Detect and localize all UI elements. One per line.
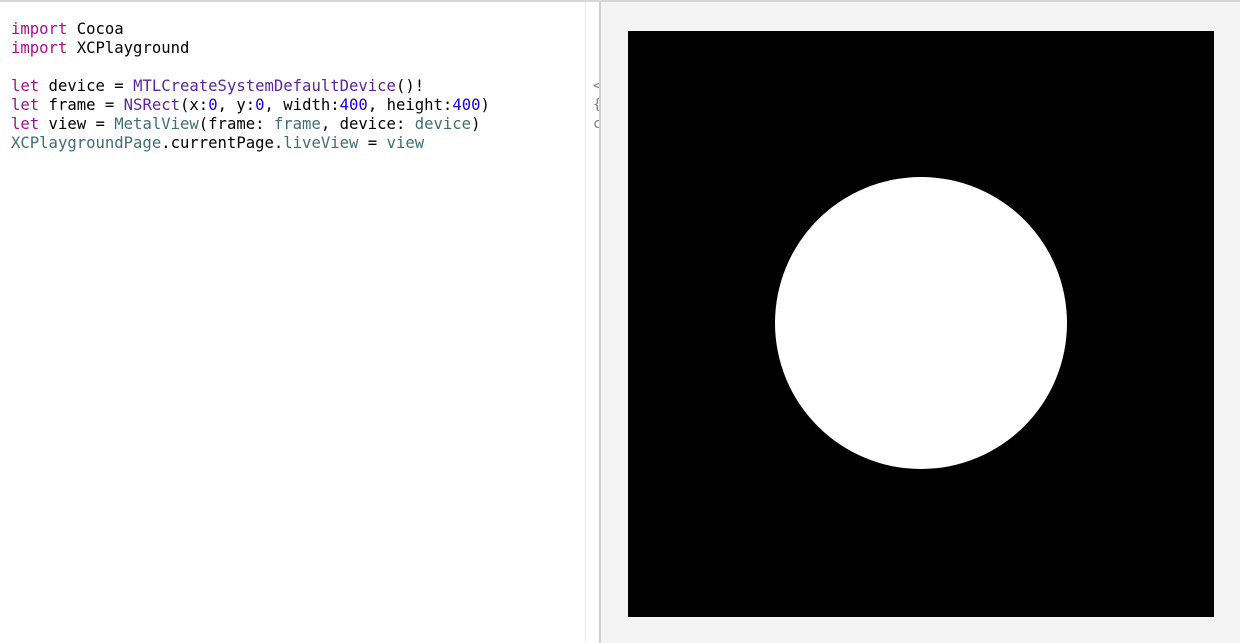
code-token: MetalView xyxy=(114,115,199,133)
code-token: 0 xyxy=(208,96,218,114)
code-token: 0 xyxy=(255,96,265,114)
code-token: let xyxy=(11,115,40,133)
code-token: let xyxy=(11,77,40,95)
code-line[interactable]: let view = MetalView(frame: frame, devic… xyxy=(11,115,490,134)
code-token: device = xyxy=(39,77,134,95)
code-line[interactable]: let frame = NSRect(x:0, y:0, width:400, … xyxy=(11,96,490,115)
code-token: import xyxy=(11,39,68,57)
code-token: MTLCreateSystemDefaultDevice xyxy=(133,77,396,95)
code-token: view = xyxy=(39,115,115,133)
code-token: = xyxy=(358,134,387,152)
code-token: , y: xyxy=(217,96,256,114)
code-token: , height: xyxy=(367,96,453,114)
code-token: 400 xyxy=(339,96,368,114)
code-line[interactable]: import Cocoa xyxy=(11,20,490,39)
code-token: liveView xyxy=(283,134,359,152)
code-line[interactable]: import XCPlayground xyxy=(11,39,490,58)
source-editor[interactable]: import Cocoa import XCPlayground let devi… xyxy=(0,2,585,643)
code-token: .currentPage. xyxy=(161,134,284,152)
code-token: let xyxy=(11,96,40,114)
code-token: ) xyxy=(471,115,481,133)
code-token: import xyxy=(11,20,68,38)
code-line[interactable]: let device = MTLCreateSystemDefaultDevic… xyxy=(11,77,490,96)
code-token: XCPlayground xyxy=(67,39,190,57)
code-token: frame xyxy=(273,115,321,133)
metal-view-canvas xyxy=(628,31,1214,617)
code-token: , width: xyxy=(264,96,340,114)
results-sidebar: <{c xyxy=(585,2,600,643)
code-token: (x: xyxy=(180,96,209,114)
code-token: NSRect xyxy=(123,96,181,114)
code-token: XCPlaygroundPage xyxy=(11,134,162,152)
code-token: , device: xyxy=(320,115,415,133)
code-token: ) xyxy=(480,96,490,114)
code-block[interactable]: import Cocoa import XCPlayground let devi… xyxy=(11,20,490,153)
code-token: device xyxy=(414,115,472,133)
playground-window: import Cocoa import XCPlayground let devi… xyxy=(0,0,1240,643)
rendered-circle xyxy=(775,177,1067,469)
code-token: 400 xyxy=(452,96,481,114)
code-token: Cocoa xyxy=(67,20,124,38)
code-token: ()! xyxy=(395,77,425,95)
code-token: frame = xyxy=(39,96,124,114)
code-line[interactable] xyxy=(11,58,490,77)
code-line[interactable]: XCPlaygroundPage.currentPage.liveView = … xyxy=(11,134,490,153)
code-token: view xyxy=(386,134,425,152)
code-token: (frame: xyxy=(198,115,274,133)
